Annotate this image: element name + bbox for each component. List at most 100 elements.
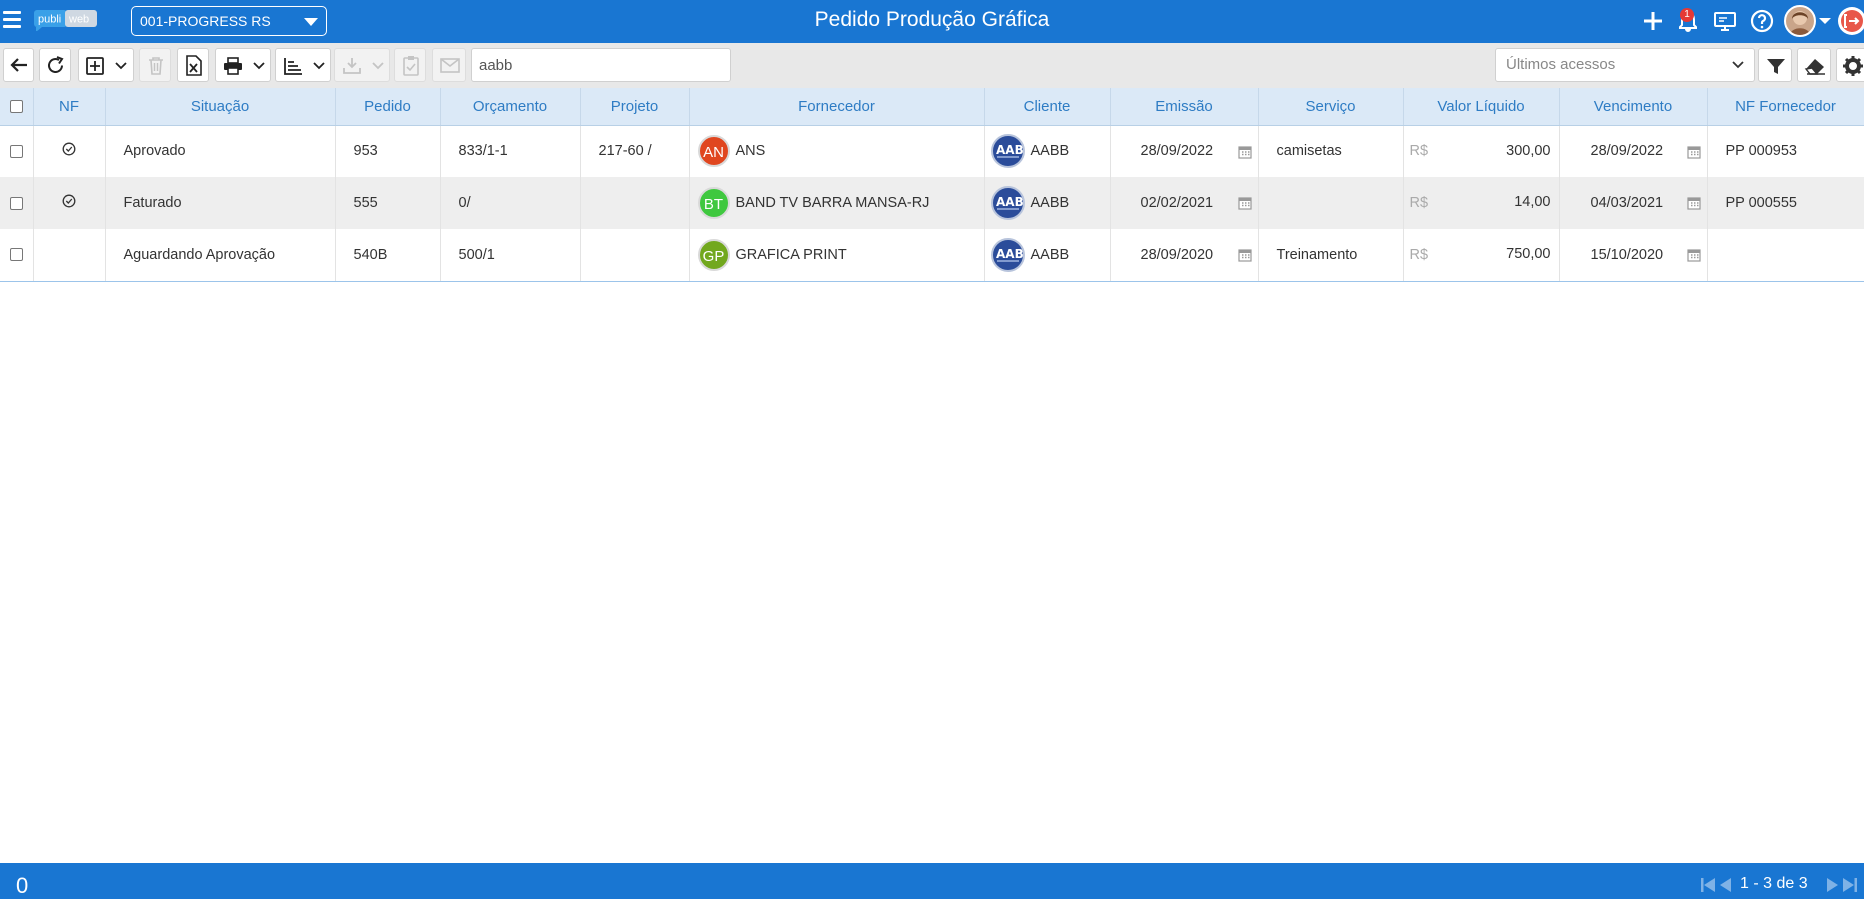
email-button[interactable]	[432, 48, 466, 82]
logout-icon[interactable]	[1836, 5, 1864, 37]
column-header-vencimento[interactable]: Vencimento	[1559, 88, 1708, 126]
logo-text-left: publi	[38, 14, 61, 26]
recent-access-select[interactable]: Últimos acessos	[1495, 48, 1755, 82]
calendar-icon[interactable]	[1237, 145, 1252, 159]
help-icon[interactable]	[1749, 8, 1775, 34]
column-header-servico[interactable]: Serviço	[1258, 88, 1404, 126]
emissao-cell: 28/09/2022	[1110, 125, 1259, 177]
download-icon	[343, 58, 361, 74]
notification-badge: 1	[1680, 8, 1694, 22]
nf-cell	[33, 229, 106, 282]
trash-icon	[149, 57, 163, 75]
delete-button[interactable]	[139, 48, 171, 82]
calendar-icon[interactable]	[1686, 145, 1701, 159]
select-all-checkbox[interactable]	[9, 100, 23, 114]
calendar-icon[interactable]	[1686, 196, 1701, 210]
fornecedor-avatar: GP	[697, 238, 730, 271]
fornecedor-avatar: AN	[697, 135, 730, 168]
table-row[interactable]: Aprovado 953 833/1-1 217-60 /AN ANS AAB AABB 28…	[0, 125, 1864, 177]
cliente-avatar: AAB	[990, 186, 1025, 220]
pedido-cell: 555	[335, 177, 441, 229]
check-circle-icon	[62, 142, 76, 156]
emissao-date: 28/09/2020	[1140, 246, 1214, 263]
chevron-down-icon	[313, 62, 325, 70]
valor-liquido-cell: R$ 750,00	[1403, 229, 1560, 282]
settings-button[interactable]	[1836, 48, 1864, 82]
calendar-icon[interactable]	[1237, 248, 1252, 262]
add-button[interactable]	[78, 48, 134, 82]
calendar-icon[interactable]	[1237, 196, 1252, 210]
search-input[interactable]	[471, 48, 731, 82]
column-header-nf[interactable]: NF	[33, 88, 106, 126]
emissao-date: 28/09/2022	[1140, 143, 1214, 160]
valor-liquido-value: 300,00	[1506, 142, 1551, 159]
filter-icon	[1767, 59, 1785, 74]
user-avatar[interactable]	[1784, 5, 1816, 37]
column-header-orcamento[interactable]: Orçamento	[440, 88, 581, 126]
check-circle-icon	[62, 194, 76, 208]
table-row[interactable]: Aguardando Aprovação 540B 500/1 GP GRAFICA P…	[0, 229, 1864, 282]
refresh-button[interactable]	[39, 48, 71, 82]
hamburger-icon[interactable]	[3, 11, 21, 28]
column-header-situacao[interactable]: Situação	[105, 88, 336, 126]
previous-page-icon[interactable]	[1718, 877, 1732, 893]
selected-count: 0	[16, 873, 29, 898]
column-header-cliente[interactable]: Cliente	[984, 88, 1111, 126]
column-header-nf-fornecedor[interactable]: NF Fornecedor	[1707, 88, 1864, 126]
next-page-icon[interactable]	[1826, 877, 1840, 893]
footer-bar: 0 1 - 3 de 3	[0, 863, 1864, 899]
chevron-down-icon	[304, 18, 318, 26]
nf-cell	[33, 177, 106, 229]
column-header-projeto[interactable]: Projeto	[580, 88, 690, 126]
nf-fornecedor-cell: PP 000953	[1707, 125, 1864, 177]
chevron-down-icon	[372, 62, 384, 70]
back-button[interactable]	[3, 48, 34, 82]
column-header-pedido[interactable]: Pedido	[335, 88, 441, 126]
chevron-down-icon	[253, 62, 265, 70]
download-button[interactable]	[334, 48, 390, 82]
svg-text:AAB: AAB	[996, 247, 1023, 261]
fornecedor-cell: BT BAND TV BARRA MANSA-RJ	[689, 177, 985, 229]
pedido-cell: 540B	[335, 229, 441, 282]
first-page-icon[interactable]	[1700, 877, 1716, 893]
row-select-cell	[0, 177, 34, 229]
row-select-cell	[0, 229, 34, 282]
svg-text:AAB: AAB	[996, 195, 1023, 209]
sort-button[interactable]	[275, 48, 331, 82]
column-header-fornecedor[interactable]: Fornecedor	[689, 88, 985, 126]
publiweb-logo[interactable]: publi web	[34, 9, 98, 31]
last-page-icon[interactable]	[1842, 877, 1858, 893]
table-row[interactable]: Faturado 555 0/BT BAND TV BARRA MANSA-RJ AAB…	[0, 177, 1864, 229]
back-arrow-icon	[10, 58, 27, 72]
plus-icon[interactable]	[1640, 8, 1666, 34]
monitor-icon[interactable]	[1712, 8, 1738, 34]
vencimento-cell: 04/03/2021	[1559, 177, 1708, 229]
cliente-name: AABB	[1030, 143, 1070, 160]
export-excel-button[interactable]	[177, 48, 209, 82]
chevron-down-icon	[115, 62, 127, 70]
clipboard-button[interactable]	[394, 48, 426, 82]
company-select-value: 001-PROGRESS RS	[140, 13, 271, 29]
column-header-emissao[interactable]: Emissão	[1110, 88, 1259, 126]
servico-cell	[1258, 177, 1404, 229]
calendar-icon[interactable]	[1686, 248, 1701, 262]
print-button[interactable]	[215, 48, 271, 82]
row-checkbox[interactable]	[9, 248, 23, 262]
fornecedor-name: ANS	[735, 143, 766, 160]
vencimento-date: 15/10/2020	[1590, 246, 1664, 263]
row-checkbox[interactable]	[9, 196, 23, 210]
fornecedor-cell: GP GRAFICA PRINT	[689, 229, 985, 282]
fornecedor-avatar: BT	[697, 187, 730, 219]
clear-filter-button[interactable]	[1797, 48, 1831, 82]
column-header-valor-liquido[interactable]: Valor Líquido	[1403, 88, 1560, 126]
orders-table: NF Situação Pedido Orçamento Projeto For…	[0, 88, 1864, 282]
valor-liquido-cell: R$ 300,00	[1403, 125, 1560, 177]
cliente-cell: AAB AABB	[984, 229, 1111, 282]
chevron-down-icon[interactable]	[1818, 12, 1832, 30]
company-select[interactable]: 001-PROGRESS RS	[131, 6, 327, 36]
excel-icon	[186, 55, 202, 76]
filter-button[interactable]	[1758, 48, 1792, 82]
row-checkbox[interactable]	[9, 144, 23, 158]
currency-prefix: R$	[1409, 195, 1429, 211]
situacao-cell: Faturado	[105, 177, 336, 229]
